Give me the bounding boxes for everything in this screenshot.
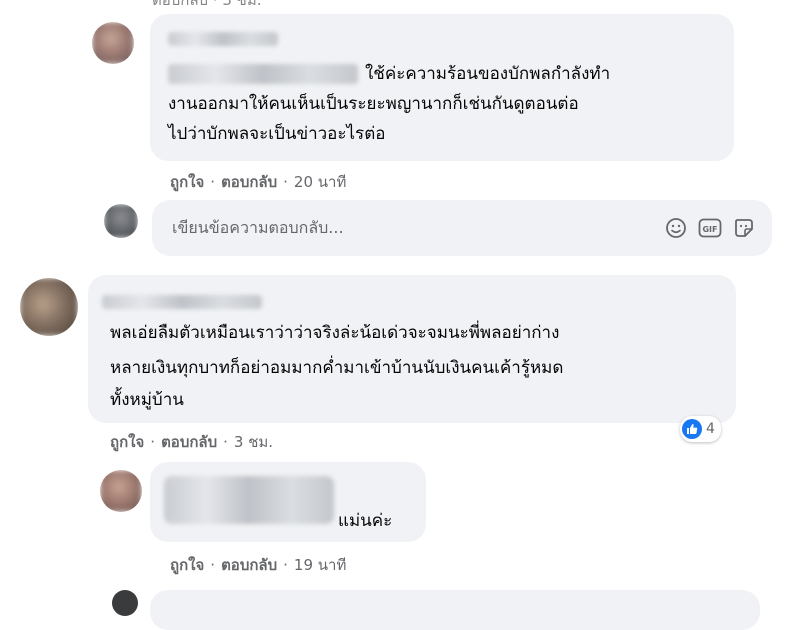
like-link[interactable]: ถูกใจ — [170, 553, 204, 577]
like-link[interactable]: ถูกใจ — [170, 170, 204, 194]
emoji-icon[interactable] — [664, 216, 688, 240]
avatar[interactable] — [112, 590, 138, 616]
comment-text-line: ใช้ค่ะความร้อนของบักพลกำลังทำ — [365, 64, 611, 84]
like-reaction-icon — [682, 419, 702, 439]
comment-bubble — [150, 590, 760, 630]
comment-bubble: พลเอ่ยลืมตัวเหมือนเราว่าว่าจริงล่ะน้อเด่… — [88, 275, 736, 423]
avatar[interactable] — [20, 278, 78, 336]
reaction-summary[interactable]: 4 — [680, 416, 721, 442]
comment-text-line: ทั้งหมู่บ้าน — [110, 390, 184, 410]
current-user-avatar[interactable] — [104, 204, 138, 238]
commenter-name-redacted — [102, 295, 262, 309]
like-link[interactable]: ถูกใจ — [110, 430, 144, 454]
separator-dot: · — [283, 556, 288, 574]
comment-actions: ถูกใจ · ตอบกลับ · 3 ชม. — [110, 430, 273, 454]
separator-dot: · — [150, 433, 156, 451]
comment-timestamp[interactable]: 3 ชม. — [234, 430, 273, 454]
separator-dot: · — [210, 173, 216, 191]
reply-link[interactable]: ตอบกลับ — [221, 553, 277, 577]
mention-redacted — [168, 64, 358, 84]
reaction-count: 4 — [706, 421, 715, 437]
separator-dot: · — [210, 556, 216, 574]
comment-text-line: พลเอ่ยลืมตัวเหมือนเราว่าว่าจริงล่ะน้อเด่… — [110, 323, 560, 343]
partial-comment-actions: ตอบกลับ · 3 ชม. — [152, 0, 262, 12]
partial-actions-text: ตอบกลับ · 3 ชม. — [152, 0, 262, 9]
reply-input-placeholder: เขียนข้อความตอบกลับ... — [172, 217, 344, 237]
commenter-name-redacted — [164, 476, 334, 524]
reply-link[interactable]: ตอบกลับ — [161, 430, 217, 454]
comment-bubble: แม่นค่ะ — [150, 462, 426, 542]
comment-bubble: ใช้ค่ะความร้อนของบักพลกำลังทำ งานออกมาให… — [150, 14, 734, 161]
sticker-icon[interactable] — [732, 216, 756, 240]
comment-timestamp[interactable]: 20 นาที — [294, 170, 346, 194]
avatar[interactable] — [100, 470, 142, 512]
separator-dot: · — [223, 433, 228, 451]
comment-text-line: หลายเงินทุกบาทก็อย่าอมมากค่ำมาเข้าบ้านนั… — [110, 358, 564, 378]
comment-text-line: ไปว่าบักพลจะเป็นข่าวอะไรต่อ — [168, 124, 386, 144]
commenter-name-redacted — [168, 32, 278, 46]
comment-text-line: งานออกมาให้คนเห็นเป็นระยะพญานากก็เช่นกัน… — [168, 94, 579, 114]
gif-icon[interactable]: GIF — [698, 216, 722, 240]
avatar[interactable] — [92, 22, 134, 64]
comment-timestamp[interactable]: 19 นาที — [294, 553, 346, 577]
separator-dot: · — [283, 173, 288, 191]
comment-actions: ถูกใจ · ตอบกลับ · 20 นาที — [170, 170, 346, 194]
reply-link[interactable]: ตอบกลับ — [221, 170, 277, 194]
comment-text-line: แม่นค่ะ — [338, 511, 393, 531]
reply-input[interactable]: เขียนข้อความตอบกลับ... GIF — [152, 200, 772, 256]
svg-text:GIF: GIF — [702, 225, 717, 234]
comment-actions: ถูกใจ · ตอบกลับ · 19 นาที — [170, 553, 346, 577]
